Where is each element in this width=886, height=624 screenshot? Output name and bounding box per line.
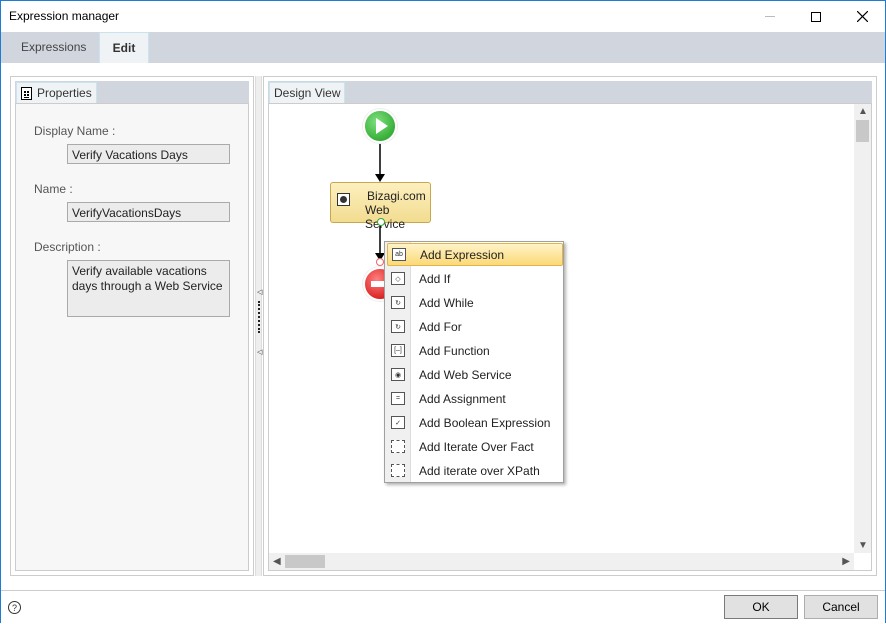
menu-item-label: Add iterate over XPath [419, 463, 540, 478]
expression-manager-window: Expression manager Expressions Edit Prop… [0, 0, 886, 623]
scroll-up-icon[interactable]: ▲ [858, 106, 868, 117]
tab-expressions[interactable]: Expressions [1, 32, 106, 63]
display-name-field[interactable]: Verify Vacations Days [67, 144, 230, 164]
scroll-down-icon[interactable]: ▼ [858, 540, 868, 551]
task-node-line1: Bizagi.com [367, 189, 426, 203]
main-tabs: Expressions Edit [1, 32, 885, 63]
start-play-icon [376, 118, 388, 134]
input-port[interactable] [376, 258, 384, 266]
while-icon: ↻ [391, 296, 405, 309]
collapse-left-icon-2: ◁ [257, 349, 263, 356]
menu-item-add-while[interactable]: ↻ Add While [387, 291, 563, 314]
minimize-button[interactable] [747, 1, 793, 32]
menu-item-label: Add Iterate Over Fact [419, 439, 534, 454]
maximize-button[interactable] [793, 1, 839, 32]
add-context-menu: ab Add Expression ◇ Add If ↻ Add While ↻… [384, 241, 564, 483]
display-name-label: Display Name : [34, 124, 116, 138]
description-label: Description : [34, 240, 101, 254]
splitter-grip [258, 301, 260, 333]
menu-item-label: Add Function [419, 343, 490, 358]
menu-item-label: Add Boolean Expression [419, 415, 551, 430]
help-icon[interactable]: ? [8, 601, 21, 614]
dialog-footer: ? OK Cancel [1, 590, 885, 623]
menu-item-label: Add For [419, 319, 462, 334]
menu-item-add-function[interactable]: [–] Add Function [387, 339, 563, 362]
design-view-tab-bar: Design View [268, 81, 872, 103]
menu-item-label: Add While [419, 295, 474, 310]
title-bar: Expression manager [1, 1, 885, 32]
tab-edit[interactable]: Edit [99, 32, 149, 63]
maximize-icon [811, 11, 821, 22]
menu-item-add-expression[interactable]: ab Add Expression [387, 243, 563, 266]
properties-grid-icon [21, 86, 32, 100]
web-service-task-node[interactable]: Bizagi.com Web Service [330, 182, 431, 231]
ok-button[interactable]: OK [724, 595, 798, 619]
function-icon: [–] [391, 344, 405, 357]
web-service-icon: ◉ [391, 368, 405, 381]
expression-icon: ab [392, 248, 406, 261]
iterate-xpath-icon [391, 464, 405, 477]
panel-splitter[interactable]: ◁ ◁ [255, 76, 262, 576]
task-node-line2: Web Service [365, 203, 406, 231]
web-service-icon [337, 193, 350, 206]
horizontal-scroll-thumb[interactable] [285, 555, 325, 568]
for-icon: ↻ [391, 320, 405, 333]
menu-item-label: Add Expression [420, 247, 505, 262]
iterate-fact-icon [391, 440, 405, 453]
menu-item-label: Add If [419, 271, 451, 286]
menu-item-add-boolean-expression[interactable]: ✓ Add Boolean Expression [387, 411, 563, 434]
vertical-scroll-thumb[interactable] [856, 120, 869, 142]
menu-item-add-web-service[interactable]: ◉ Add Web Service [387, 363, 563, 386]
properties-tab-label: Properties [37, 86, 92, 100]
properties-panel: Properties Display Name : Verify Vacatio… [10, 76, 254, 576]
properties-tab[interactable]: Properties [16, 82, 97, 103]
collapse-left-icon: ◁ [257, 289, 263, 296]
menu-item-add-iterate-over-fact[interactable]: Add Iterate Over Fact [387, 435, 563, 458]
name-field[interactable]: VerifyVacationsDays [67, 202, 230, 222]
horizontal-scrollbar[interactable]: ◀ ▶ [269, 553, 854, 570]
close-icon [856, 11, 868, 22]
window-title: Expression manager [9, 9, 120, 23]
design-view-tab-label: Design View [274, 86, 341, 100]
menu-item-label: Add Assignment [419, 391, 506, 406]
assignment-icon: = [391, 392, 405, 405]
vertical-scrollbar[interactable]: ▲ ▼ [854, 104, 871, 553]
menu-item-add-iterate-over-xpath[interactable]: Add iterate over XPath [387, 459, 563, 482]
boolean-icon: ✓ [391, 416, 405, 429]
output-port[interactable] [377, 218, 385, 226]
menu-item-add-for[interactable]: ↻ Add For [387, 315, 563, 338]
scroll-left-icon[interactable]: ◀ [273, 556, 281, 567]
properties-tab-bar: Properties [15, 81, 249, 103]
design-canvas[interactable]: ▲ ▼ ◀ ▶ [268, 103, 872, 571]
minimize-icon [765, 16, 775, 17]
if-icon: ◇ [391, 272, 405, 285]
cancel-button[interactable]: Cancel [804, 595, 878, 619]
start-node[interactable] [363, 109, 397, 143]
menu-item-add-if[interactable]: ◇ Add If [387, 267, 563, 290]
close-button[interactable] [839, 1, 885, 32]
scroll-right-icon[interactable]: ▶ [842, 556, 850, 567]
design-view-panel: Design View ▲ ▼ ◀ ▶ [263, 76, 877, 576]
design-view-tab[interactable]: Design View [269, 82, 346, 103]
menu-item-label: Add Web Service [419, 367, 512, 382]
name-label: Name : [34, 182, 73, 196]
properties-body: Display Name : Verify Vacations Days Nam… [15, 103, 249, 571]
menu-item-add-assignment[interactable]: = Add Assignment [387, 387, 563, 410]
description-field[interactable]: Verify available vacations days through … [67, 260, 230, 317]
